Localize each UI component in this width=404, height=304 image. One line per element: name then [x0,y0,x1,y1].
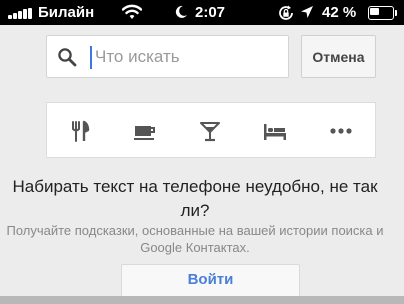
bar-icon [200,122,220,142]
search-input[interactable] [95,37,283,77]
cancel-button[interactable]: Отмена [301,35,376,78]
location-icon [301,6,313,18]
hotel-icon [264,124,286,140]
search-box[interactable] [46,35,289,78]
search-bar: Отмена [0,25,404,93]
battery-icon [368,6,398,20]
clock: 2:07 [195,4,226,21]
moon-icon [175,5,187,18]
search-icon [58,48,77,67]
more-icon [330,128,352,134]
hint-subtitle: Получайте подсказки, основанные на вашей… [6,223,384,255]
carrier-name: Билайн [38,4,95,21]
category-bar [46,102,376,158]
category-restaurants[interactable] [50,103,110,159]
restaurant-icon [72,120,90,142]
status-bar: Билайн 2:07 42 % [0,0,404,25]
wifi-icon [122,4,142,19]
category-bars[interactable] [180,103,240,159]
hint-title: Набирать текст на телефоне неудобно, не … [12,177,378,220]
cafe-icon [134,126,155,140]
category-hotels[interactable] [245,103,305,159]
category-cafes[interactable] [115,103,175,159]
battery-percent: 42 % [322,4,357,21]
signal-icon [8,8,34,19]
rotation-lock-icon [279,5,293,20]
category-more[interactable] [311,103,371,159]
bottom-divider [0,296,404,304]
text-cursor [90,46,92,69]
